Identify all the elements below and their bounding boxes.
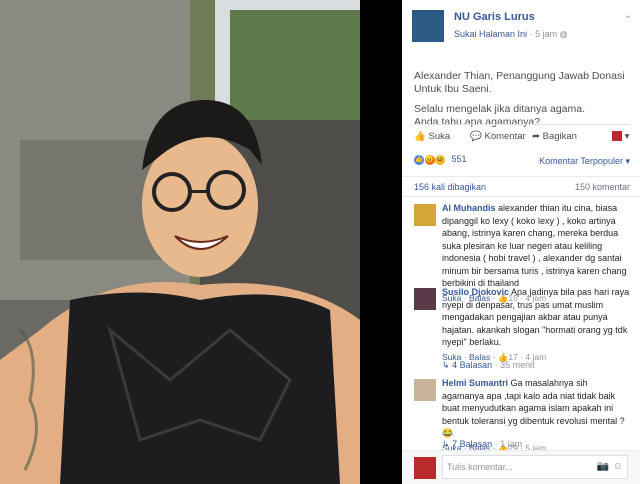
reply-arrow-icon: ↳ (442, 439, 450, 449)
like-page-link[interactable]: Sukai Halaman Ini (454, 29, 527, 39)
caret-down-icon: ▾ (625, 156, 630, 166)
thumbs-up-icon: 👍 (414, 131, 426, 142)
divider (402, 176, 640, 177)
haha-reaction-icon: 😆 (435, 154, 446, 165)
view-replies-link[interactable]: ↳ 4 Balasan · 35 menit (442, 360, 535, 371)
share-button[interactable]: ➦ Bagikan (532, 131, 577, 142)
comment-sort-dropdown[interactable]: Komentar Terpopuler ▾ (539, 156, 630, 167)
share-icon: ➦ (532, 131, 540, 142)
photo-illustration (0, 0, 360, 484)
comment-button[interactable]: 💬 Komentar (470, 131, 526, 142)
post-time[interactable]: 5 jam (535, 29, 557, 39)
commenter-name[interactable]: Helmi Sumantri (442, 378, 508, 388)
like-label: Suka (428, 131, 451, 142)
replies-count: 4 Balasan (452, 360, 493, 370)
replies-time: 1 jam (500, 439, 523, 449)
globe-icon: ◍ (559, 29, 568, 39)
comment-sort-label: Komentar Terpopuler (539, 156, 623, 166)
comment-input-placeholder: Tulis komentar... (447, 462, 513, 472)
post-meta: 156 kali dibagikan 150 komentar (414, 182, 630, 192)
post-subline: Sukai Halaman Ini · 5 jam ◍ (454, 29, 567, 40)
comment-text: alexander thian itu cina, biasa dipanggi… (442, 203, 627, 288)
post-text-line: Alexander Thian, Penanggung Jawab Donasi… (414, 70, 625, 95)
comment-composer: Tulis komentar... 📷 ☺ (402, 450, 640, 484)
page-name[interactable]: NU Garis Lurus (454, 11, 535, 23)
divider (402, 196, 640, 197)
angry-reaction-icon: 😠 (424, 154, 435, 165)
replies-count: 7 Balasan (452, 439, 493, 449)
post-text-line: Selalu mengelak jika ditanya agama. (414, 103, 586, 115)
reactions-row: 👍 😠 😆 551 Komentar Terpopuler ▾ (414, 154, 630, 170)
like-button[interactable]: 👍 Suka (414, 131, 450, 142)
comments-count[interactable]: 150 komentar (575, 182, 630, 192)
replies-time: 35 menit (500, 360, 535, 370)
caret-down-icon: ▾ (624, 131, 630, 142)
post-photo[interactable] (0, 0, 360, 484)
comment-input[interactable]: Tulis komentar... 📷 ☺ (442, 455, 628, 479)
reply-arrow-icon: ↳ (442, 360, 450, 370)
commenter-avatar[interactable] (414, 379, 436, 401)
comment-label: Komentar (484, 131, 526, 142)
like-reaction-icon: 👍 (414, 154, 424, 165)
commenter-avatar[interactable] (414, 204, 436, 226)
emoji-icon[interactable]: ☺ (613, 461, 623, 472)
post-panel: NU Garis Lurus Sukai Halaman Ini · 5 jam… (402, 0, 640, 484)
shares-count[interactable]: 156 kali dibagikan (414, 182, 486, 192)
page-avatar[interactable] (412, 10, 444, 42)
post-header: NU Garis Lurus Sukai Halaman Ini · 5 jam… (412, 8, 632, 44)
commenter-name[interactable]: Al Muhandis (442, 203, 496, 213)
actor-selector[interactable]: ▾ (612, 131, 629, 142)
profile-avatar-icon (612, 131, 622, 142)
post-options-chevron-icon[interactable]: ⌄ (624, 10, 632, 21)
current-user-avatar (414, 457, 436, 479)
view-replies-link[interactable]: ↳ 7 Balasan · 1 jam (442, 439, 522, 450)
commenter-name[interactable]: Susilo Djokovic (442, 287, 509, 297)
camera-icon[interactable]: 📷 (597, 461, 609, 472)
commenter-avatar[interactable] (414, 288, 436, 310)
comment-icon: 💬 (470, 131, 482, 142)
post-actions: 👍 Suka 💬 Komentar ➦ Bagikan ▾ (414, 124, 630, 147)
reaction-count[interactable]: 551 (452, 154, 467, 164)
share-label: Bagikan (542, 131, 577, 142)
reaction-icons[interactable]: 👍 😠 😆 (414, 154, 446, 165)
